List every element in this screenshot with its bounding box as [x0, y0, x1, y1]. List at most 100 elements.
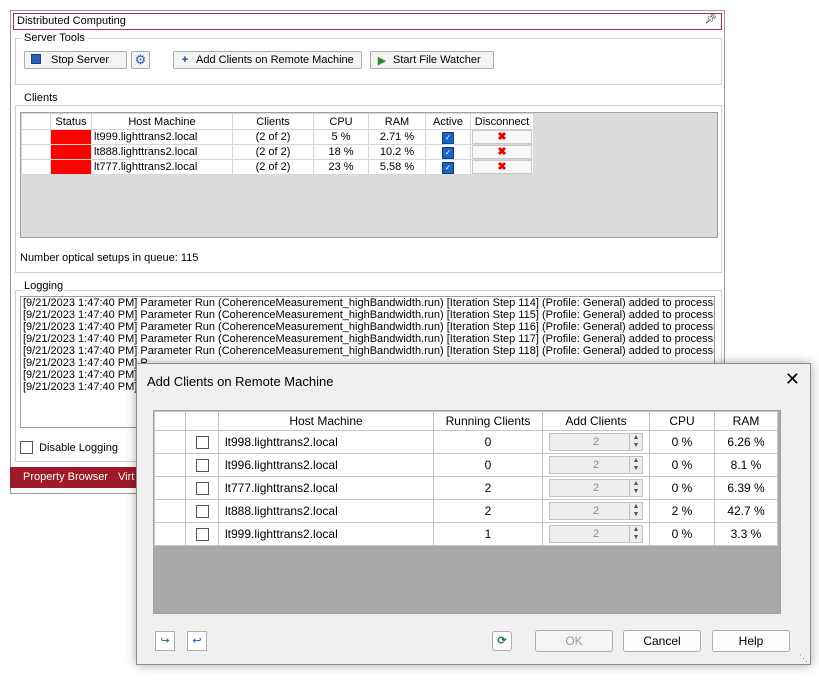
host-cell: lt999.lighttrans2.local: [218, 522, 434, 546]
help-label: Help: [738, 634, 764, 648]
queue-count-text: Number optical setups in queue: 115: [20, 252, 199, 264]
pin-icon[interactable]: 📌︎: [704, 14, 717, 25]
tab-virt[interactable]: Virt: [118, 471, 134, 483]
resize-grip-icon[interactable]: ⋱: [799, 653, 808, 664]
col-active[interactable]: Active: [425, 113, 471, 130]
active-cell: ✓: [425, 144, 471, 160]
add-clients-stepper[interactable]: 2 ▲ ▼: [549, 502, 643, 520]
table-row[interactable]: lt999.lighttrans2.local 1 2 ▲ ▼ 0 % 3.3 %: [154, 522, 778, 546]
row-header[interactable]: [154, 430, 186, 454]
refresh-icon: ⟳: [497, 635, 507, 647]
row-header[interactable]: [154, 476, 186, 500]
row-checkbox[interactable]: [195, 528, 209, 542]
col-cpu[interactable]: CPU: [313, 113, 369, 130]
table-row[interactable]: lt996.lighttrans2.local 0 2 ▲ ▼ 0 % 8.1 %: [154, 453, 778, 477]
disconnect-button[interactable]: ✖: [472, 145, 532, 159]
stepper-arrows-icon[interactable]: ▲ ▼: [629, 526, 642, 542]
active-cell: ✓: [425, 129, 471, 145]
tab-property-browser[interactable]: Property Browser: [23, 471, 108, 483]
cancel-button[interactable]: Cancel: [623, 630, 701, 652]
stepper-arrows-icon[interactable]: ▲ ▼: [629, 480, 642, 496]
row-header[interactable]: [154, 453, 186, 477]
add-clients-dialog: Add Clients on Remote Machine ✕ Host Mac…: [136, 363, 811, 665]
add-clients-value: 2: [592, 528, 600, 540]
add-clients-stepper[interactable]: 2 ▲ ▼: [549, 525, 643, 543]
disable-logging-row[interactable]: Disable Logging: [20, 441, 118, 454]
row-header[interactable]: [21, 144, 51, 160]
table-row[interactable]: lt999.lighttrans2.local (2 of 2) 5 % 2.7…: [21, 129, 534, 145]
col-ram[interactable]: RAM: [714, 411, 778, 431]
clients-cell: (2 of 2): [232, 129, 314, 145]
disconnect-button[interactable]: ✖: [472, 130, 532, 144]
col-running-clients[interactable]: Running Clients: [433, 411, 543, 431]
table-row[interactable]: lt777.lighttrans2.local 2 2 ▲ ▼ 0 % 6.39 %: [154, 476, 778, 500]
row-checkbox[interactable]: [195, 436, 209, 450]
col-host-machine[interactable]: Host Machine: [91, 113, 233, 130]
add-clients-value: 2: [592, 436, 600, 448]
close-icon: ✖: [497, 146, 507, 158]
row-header-corner: [21, 113, 51, 130]
play-icon: ▶: [377, 54, 387, 67]
logging-label: Logging: [22, 280, 66, 292]
log-line: [9/21/2023 1:47:40 PM] Parameter Run (Co…: [23, 321, 715, 333]
export-icon: ↩: [192, 635, 202, 647]
panel-titlebar: Distributed Computing 📌︎: [13, 13, 722, 30]
col-disconnect[interactable]: Disconnect: [470, 113, 534, 130]
settings-button[interactable]: ⚙: [131, 51, 150, 69]
import-button[interactable]: ↪: [155, 631, 175, 651]
ok-button[interactable]: OK: [535, 630, 613, 652]
ram-cell: 42.7 %: [714, 499, 778, 523]
table-row[interactable]: lt888.lighttrans2.local 2 2 ▲ ▼ 2 % 42.7 %: [154, 499, 778, 523]
add-clients-value: 2: [592, 505, 600, 517]
running-cell: 0: [433, 430, 543, 454]
row-checkbox[interactable]: [195, 482, 209, 496]
add-clients-remote-button[interactable]: + Add Clients on Remote Machine: [173, 51, 362, 69]
clients-grid: Status Host Machine Clients CPU RAM Acti…: [20, 112, 718, 238]
row-header[interactable]: [154, 522, 186, 546]
panel-title: Distributed Computing: [17, 15, 126, 27]
row-header[interactable]: [154, 499, 186, 523]
disconnect-button[interactable]: ✖: [472, 160, 532, 174]
active-checkbox[interactable]: ✓: [442, 161, 454, 174]
start-file-watcher-button[interactable]: ▶ Start File Watcher: [370, 51, 494, 69]
cpu-cell: 0 %: [649, 430, 715, 454]
row-header[interactable]: [21, 129, 51, 145]
table-row[interactable]: lt888.lighttrans2.local (2 of 2) 18 % 10…: [21, 144, 534, 160]
cancel-label: Cancel: [643, 634, 681, 648]
row-checkbox[interactable]: [195, 505, 209, 519]
export-button[interactable]: ↩: [187, 631, 207, 651]
select-cell: [185, 453, 219, 477]
help-button[interactable]: Help: [712, 630, 790, 652]
stepper-arrows-icon[interactable]: ▲ ▼: [629, 457, 642, 473]
table-row[interactable]: lt777.lighttrans2.local (2 of 2) 23 % 5.…: [21, 159, 534, 175]
col-cpu[interactable]: CPU: [649, 411, 715, 431]
refresh-button[interactable]: ⟳: [492, 631, 512, 651]
start-file-watcher-label: Start File Watcher: [393, 54, 481, 66]
col-add-clients[interactable]: Add Clients: [542, 411, 650, 431]
close-icon[interactable]: ✕: [785, 369, 800, 390]
ram-cell: 8.1 %: [714, 453, 778, 477]
add-clients-stepper[interactable]: 2 ▲ ▼: [549, 433, 643, 451]
add-clients-stepper[interactable]: 2 ▲ ▼: [549, 456, 643, 474]
row-header[interactable]: [21, 159, 51, 175]
remote-machines-grid: Host Machine Running Clients Add Clients…: [153, 410, 781, 614]
stepper-arrows-icon[interactable]: ▲ ▼: [629, 503, 642, 519]
col-ram[interactable]: RAM: [368, 113, 426, 130]
add-clients-stepper[interactable]: 2 ▲ ▼: [549, 479, 643, 497]
cpu-cell: 0 %: [649, 522, 715, 546]
stepper-arrows-icon[interactable]: ▲ ▼: [629, 434, 642, 450]
gear-icon: ⚙: [134, 52, 147, 67]
col-status[interactable]: Status: [50, 113, 92, 130]
col-host-machine[interactable]: Host Machine: [218, 411, 434, 431]
active-checkbox[interactable]: ✓: [442, 131, 454, 144]
status-indicator: [50, 159, 92, 175]
stop-server-button[interactable]: Stop Server: [24, 51, 127, 69]
row-checkbox[interactable]: [195, 459, 209, 473]
active-cell: ✓: [425, 159, 471, 175]
clients-header-row: Status Host Machine Clients CPU RAM Acti…: [21, 113, 534, 130]
plus-icon: +: [181, 54, 189, 66]
active-checkbox[interactable]: ✓: [442, 146, 454, 159]
col-clients[interactable]: Clients: [232, 113, 314, 130]
disable-logging-checkbox[interactable]: [20, 441, 33, 454]
table-row[interactable]: lt998.lighttrans2.local 0 2 ▲ ▼ 0 % 6.26 %: [154, 430, 778, 454]
